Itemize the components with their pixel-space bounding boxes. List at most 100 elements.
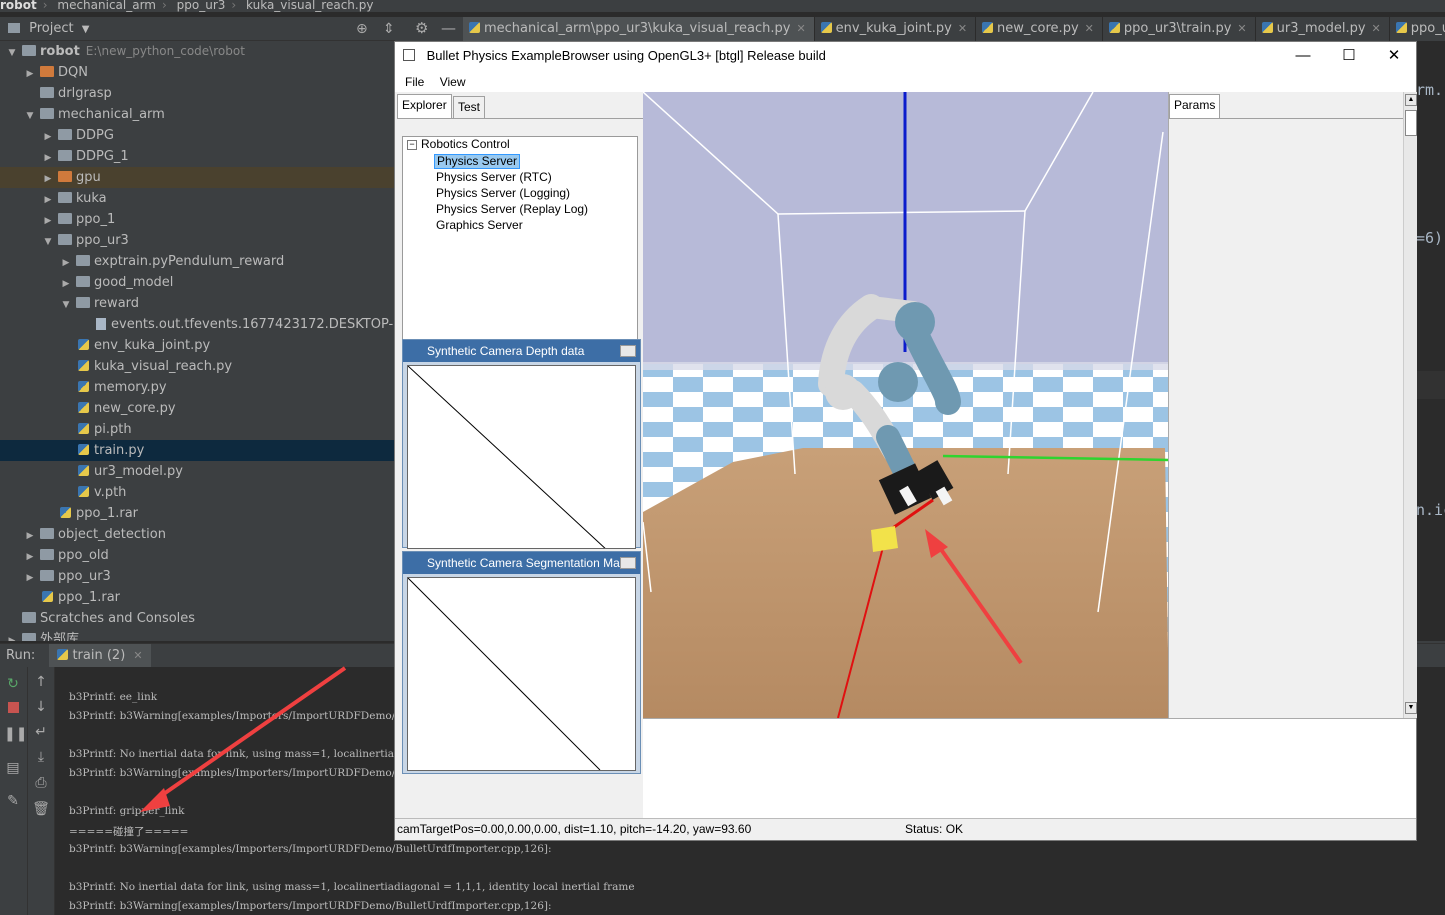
breadcrumb-item[interactable]: kuka_visual_reach.py: [246, 0, 373, 12]
breadcrumb-item[interactable]: mechanical_arm: [57, 0, 156, 12]
chevron-down-icon[interactable]: ▼: [42, 232, 54, 253]
tree-item[interactable]: env_kuka_joint.py: [0, 335, 395, 356]
tree-item[interactable]: ▼ ppo_ur3: [0, 230, 395, 251]
params-scrollbar[interactable]: ▲ ▼: [1403, 92, 1417, 718]
pin-icon[interactable]: ✎: [4, 792, 22, 810]
tab-test[interactable]: Test: [453, 96, 486, 119]
tree-item[interactable]: ppo_1.rar: [0, 503, 395, 524]
tree-item[interactable]: events.out.tfevents.1677423172.DESKTOP-O…: [0, 314, 395, 335]
chevron-right-icon[interactable]: ▶: [60, 253, 72, 274]
tree-item[interactable]: ur3_model.py: [0, 461, 395, 482]
tree-item[interactable]: pi.pth: [0, 419, 395, 440]
tree-item[interactable]: ▶ gpu: [0, 167, 395, 188]
chevron-right-icon[interactable]: ▶: [60, 274, 72, 295]
print-icon[interactable]: ⎙: [32, 774, 50, 792]
breadcrumb-item[interactable]: ppo_ur3: [177, 0, 226, 12]
menu-file[interactable]: File: [405, 75, 424, 89]
pause-icon[interactable]: ❚❚: [4, 725, 27, 743]
chevron-right-icon[interactable]: ▶: [42, 127, 54, 148]
chevron-right-icon[interactable]: ▶: [42, 190, 54, 211]
close-button[interactable]: ✕: [1371, 42, 1417, 72]
tree-item[interactable]: new_core.py: [0, 398, 395, 419]
project-view-selector[interactable]: Project: [29, 21, 73, 36]
editor-tab[interactable]: mechanical_arm\ppo_ur3\kuka_visual_reach…: [463, 17, 815, 41]
tree-item[interactable]: ▼ robot E:\new_python_code\robot: [0, 41, 395, 62]
tree-item-physics-server-replay[interactable]: Physics Server (Replay Log): [436, 202, 588, 216]
editor-tab[interactable]: new_core.py ✕: [976, 17, 1103, 41]
code-editor[interactable]: rm. =6) n.ic: [1416, 41, 1445, 641]
trash-icon[interactable]: 🗑: [32, 800, 50, 818]
chevron-down-icon[interactable]: ▼: [82, 24, 90, 35]
bullet-titlebar[interactable]: Bullet Physics ExampleBrowser using Open…: [395, 42, 1416, 72]
tree-item[interactable]: ▶ good_model: [0, 272, 395, 293]
minimize-button[interactable]: —: [1280, 42, 1326, 72]
close-icon[interactable]: ✕: [1085, 22, 1094, 35]
breadcrumb-item[interactable]: robot: [0, 0, 37, 12]
chevron-right-icon[interactable]: ▶: [24, 568, 36, 589]
collapse-icon[interactable]: ⇕: [383, 17, 395, 41]
tree-item[interactable]: ▶ ppo_ur3: [0, 566, 395, 587]
locate-icon[interactable]: ⊕: [356, 17, 368, 41]
tree-item-physics-server-rtc[interactable]: Physics Server (RTC): [436, 170, 552, 184]
tree-item[interactable]: ▶ exptrain.pyPendulum_reward: [0, 251, 395, 272]
tree-item[interactable]: memory.py: [0, 377, 395, 398]
tree-collapse-icon[interactable]: −: [407, 140, 417, 150]
editor-tab[interactable]: ppo_ur3\kuka_v✕: [1390, 17, 1445, 41]
arrow-down-icon[interactable]: ↓: [32, 698, 50, 716]
close-icon[interactable]: ✕: [958, 22, 967, 35]
close-icon[interactable]: ✕: [133, 649, 142, 662]
hide-icon[interactable]: —: [441, 19, 456, 37]
chevron-down-icon[interactable]: ▼: [24, 106, 36, 127]
scroll-end-icon[interactable]: ⤓: [32, 748, 50, 766]
chevron-right-icon[interactable]: ▶: [42, 148, 54, 169]
tree-root[interactable]: Robotics Control: [421, 137, 510, 151]
close-icon[interactable]: ✕: [796, 22, 805, 35]
tree-item[interactable]: v.pth: [0, 482, 395, 503]
maximize-button[interactable]: ☐: [1326, 42, 1372, 72]
chevron-right-icon[interactable]: ▶: [42, 211, 54, 232]
chevron-right-icon[interactable]: ▶: [42, 169, 54, 190]
tree-item[interactable]: ▼ mechanical_arm: [0, 104, 395, 125]
tab-explorer[interactable]: Explorer: [397, 94, 452, 119]
3d-viewport[interactable]: [643, 92, 1169, 718]
tree-item-graphics-server[interactable]: Graphics Server: [436, 218, 523, 232]
panel-minimize-button[interactable]: [620, 345, 636, 357]
close-icon[interactable]: ✕: [1237, 22, 1246, 35]
tree-item-physics-server-logging[interactable]: Physics Server (Logging): [436, 186, 570, 200]
editor-tab[interactable]: env_kuka_joint.py ✕: [815, 17, 977, 41]
tree-item[interactable]: ▼ reward: [0, 293, 395, 314]
tree-item[interactable]: ▶ DDPG_1: [0, 146, 395, 167]
tree-item-physics-server[interactable]: Physics Server: [434, 154, 521, 169]
chevron-down-icon[interactable]: ▼: [60, 295, 72, 316]
tree-item[interactable]: ▶ DQN: [0, 62, 395, 83]
tree-item[interactable]: ▶ DDPG: [0, 125, 395, 146]
arrow-up-icon[interactable]: ↑: [32, 673, 50, 691]
tab-params[interactable]: Params: [1169, 94, 1221, 119]
tree-item[interactable]: ▶ kuka: [0, 188, 395, 209]
tree-item[interactable]: ▶ ppo_1: [0, 209, 395, 230]
panel-minimize-button[interactable]: [620, 557, 636, 569]
tree-item[interactable]: ▶ object_detection: [0, 524, 395, 545]
gear-icon[interactable]: ⚙: [415, 19, 428, 37]
tree-item[interactable]: Scratches and Consoles: [0, 608, 395, 629]
stop-icon[interactable]: [4, 700, 22, 718]
chevron-right-icon[interactable]: ▶: [6, 631, 18, 641]
tree-item[interactable]: ppo_1.rar: [0, 587, 395, 608]
tree-item[interactable]: drlgrasp: [0, 83, 395, 104]
layout-icon[interactable]: ▤: [4, 759, 22, 777]
tree-item[interactable]: kuka_visual_reach.py: [0, 356, 395, 377]
menu-view[interactable]: View: [440, 75, 466, 89]
chevron-right-icon[interactable]: ▶: [24, 547, 36, 568]
editor-tab[interactable]: ppo_ur3\train.py ✕: [1103, 17, 1256, 41]
run-tab[interactable]: train (2) ✕: [49, 644, 151, 668]
tree-item[interactable]: ▶ 外部库: [0, 629, 395, 641]
soft-wrap-icon[interactable]: ↵: [32, 723, 50, 741]
tree-item[interactable]: train.py: [0, 440, 395, 461]
close-icon[interactable]: ✕: [1372, 22, 1381, 35]
editor-tab[interactable]: ur3_model.py ✕: [1256, 17, 1390, 41]
chevron-right-icon[interactable]: ▶: [24, 64, 36, 85]
rerun-icon[interactable]: ↻: [4, 675, 22, 693]
chevron-down-icon[interactable]: ▼: [6, 43, 18, 64]
chevron-right-icon[interactable]: ▶: [24, 526, 36, 547]
tree-item[interactable]: ▶ ppo_old: [0, 545, 395, 566]
